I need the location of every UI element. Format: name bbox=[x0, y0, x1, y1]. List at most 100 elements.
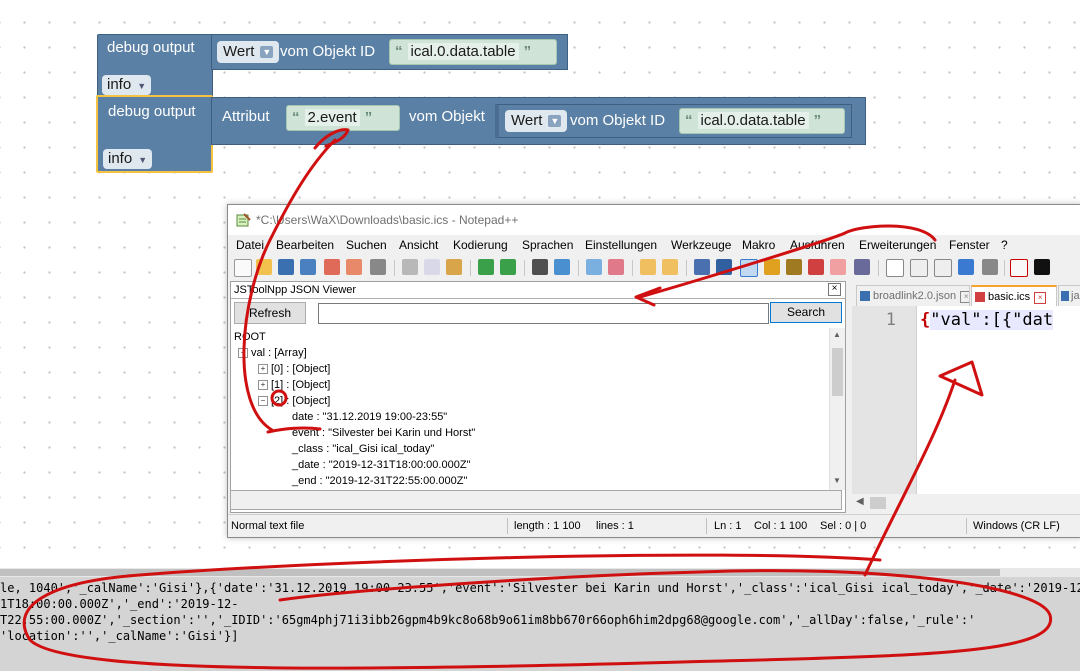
menu-datei[interactable]: Datei bbox=[236, 238, 264, 252]
tree-node[interactable]: − val : [Array] bbox=[238, 347, 307, 359]
spellcheck-icon[interactable] bbox=[1010, 259, 1028, 277]
menu-einstellungen[interactable]: Einstellungen bbox=[585, 238, 657, 252]
close-icon[interactable]: × bbox=[828, 283, 841, 296]
menu-sprachen[interactable]: Sprachen bbox=[522, 238, 573, 252]
attribut-text-block[interactable]: “2.event” bbox=[286, 105, 400, 131]
value-row-block-1[interactable]: Wert ▼ vom Objekt ID “ical.0.data.table” bbox=[211, 34, 568, 70]
scroll-left-icon[interactable]: ◀ bbox=[856, 496, 864, 507]
wert-dropdown[interactable]: Wert ▼ bbox=[217, 41, 280, 63]
wert-inner-block[interactable]: Wert ▼ vom Objekt ID “ical.0.data.table” bbox=[495, 104, 852, 138]
quote-open-icon: “ bbox=[292, 109, 300, 126]
level-dropdown[interactable]: info ▼ bbox=[103, 149, 153, 169]
scroll-thumb[interactable] bbox=[0, 569, 1000, 576]
new-file-icon[interactable] bbox=[234, 259, 252, 277]
monitor-icon[interactable] bbox=[854, 259, 870, 275]
toolbar-divider bbox=[1004, 260, 1005, 276]
tree-node[interactable]: event : "Silvester bei Karin und Horst" bbox=[292, 427, 475, 439]
record-macro-icon[interactable] bbox=[886, 259, 904, 277]
menu-help[interactable]: ? bbox=[1001, 238, 1008, 252]
tree-node[interactable]: _class : "ical_Gisi ical_today" bbox=[292, 443, 434, 455]
tree-node[interactable]: date : "31.12.2019 19:00-23:55" bbox=[292, 411, 447, 423]
editor-hscrollbar[interactable]: ◀ bbox=[852, 494, 1080, 512]
window-titlebar[interactable]: *C:\Users\WaX\Downloads\basic.ics - Note… bbox=[228, 205, 1080, 235]
run-macro-multiple-icon[interactable] bbox=[958, 259, 974, 275]
close-all-icon[interactable] bbox=[346, 259, 362, 275]
scroll-thumb[interactable] bbox=[870, 497, 886, 509]
menu-bearbeiten[interactable]: Bearbeiten bbox=[276, 238, 334, 252]
menu-makro[interactable]: Makro bbox=[742, 238, 775, 252]
word-wrap-icon[interactable] bbox=[694, 259, 710, 275]
menu-suchen[interactable]: Suchen bbox=[346, 238, 387, 252]
menu-werkzeuge[interactable]: Werkzeuge bbox=[671, 238, 731, 252]
folder-workspace-icon[interactable] bbox=[830, 259, 846, 275]
tree-node[interactable]: _end : "2019-12-31T22:55:00.000Z" bbox=[292, 475, 467, 487]
tab-ja[interactable]: ja bbox=[1058, 285, 1080, 307]
tree-node[interactable]: − [2] : [Object] bbox=[258, 395, 330, 407]
menu-kodierung[interactable]: Kodierung bbox=[453, 238, 508, 252]
close-icon[interactable]: × bbox=[1034, 292, 1047, 304]
lang-icon[interactable] bbox=[764, 259, 780, 275]
file-icon bbox=[860, 291, 870, 302]
replace-icon[interactable] bbox=[554, 259, 570, 275]
scroll-down-icon[interactable]: ▼ bbox=[833, 476, 841, 485]
save-macro-icon[interactable] bbox=[982, 259, 998, 275]
find-icon[interactable] bbox=[532, 259, 548, 275]
tree-node[interactable]: + [1] : [Object] bbox=[258, 379, 330, 391]
print-icon[interactable] bbox=[370, 259, 386, 275]
show-all-chars-icon[interactable] bbox=[716, 259, 732, 275]
object-id-value[interactable]: ical.0.data.table bbox=[697, 112, 809, 129]
copy-icon[interactable] bbox=[424, 259, 440, 275]
tree-node[interactable]: + [0] : [Object] bbox=[258, 363, 330, 375]
tab-basic-ics[interactable]: basic.ics × bbox=[971, 285, 1057, 308]
redo-icon[interactable] bbox=[500, 259, 516, 275]
log-scrollbar[interactable] bbox=[0, 568, 1080, 577]
open-file-icon[interactable] bbox=[256, 259, 272, 275]
collapse-icon[interactable]: − bbox=[258, 396, 268, 407]
search-button[interactable]: Search bbox=[770, 302, 842, 323]
expand-icon[interactable]: + bbox=[258, 364, 268, 375]
stop-macro-icon[interactable] bbox=[910, 259, 928, 277]
zoom-out-icon[interactable] bbox=[608, 259, 624, 275]
object-id-text-block[interactable]: “ical.0.data.table” bbox=[679, 108, 845, 134]
code-line[interactable]: {"val":[{"dat bbox=[920, 310, 1054, 330]
tree-scrollbar[interactable]: ▲ ▼ bbox=[829, 328, 845, 490]
close-icon[interactable]: × bbox=[960, 291, 969, 303]
expand-icon[interactable]: + bbox=[258, 380, 268, 391]
collapse-icon[interactable]: − bbox=[238, 348, 248, 359]
indent-guide-icon[interactable] bbox=[740, 259, 758, 277]
menu-fenster[interactable]: Fenster bbox=[949, 238, 990, 252]
debug-output-block-1[interactable]: debug output info ▼ bbox=[97, 34, 213, 98]
close-icon[interactable] bbox=[324, 259, 340, 275]
jstool-icon[interactable] bbox=[1034, 259, 1050, 275]
function-list-icon[interactable] bbox=[808, 259, 824, 275]
sync-vertical-icon[interactable] bbox=[640, 259, 656, 275]
refresh-button[interactable]: Refresh bbox=[234, 302, 306, 324]
undo-icon[interactable] bbox=[478, 259, 494, 275]
menu-ansicht[interactable]: Ansicht bbox=[399, 238, 438, 252]
attribut-value[interactable]: 2.event bbox=[304, 109, 360, 126]
debug-output-block-2[interactable]: debug output info ▼ bbox=[96, 95, 213, 173]
search-input[interactable] bbox=[318, 303, 769, 324]
doc-map-icon[interactable] bbox=[786, 259, 802, 275]
tree-node[interactable]: _date : "2019-12-31T18:00:00.000Z" bbox=[292, 459, 470, 471]
menu-erweiterungen[interactable]: Erweiterungen bbox=[859, 238, 936, 252]
zoom-in-icon[interactable] bbox=[586, 259, 602, 275]
tree-node[interactable]: ROOT bbox=[234, 331, 266, 343]
menu-ausfuehren[interactable]: Ausführen bbox=[790, 238, 845, 252]
scroll-thumb[interactable] bbox=[832, 348, 843, 396]
save-icon[interactable] bbox=[278, 259, 294, 275]
sync-horizontal-icon[interactable] bbox=[662, 259, 678, 275]
object-id-value[interactable]: ical.0.data.table bbox=[407, 43, 519, 60]
play-macro-icon[interactable] bbox=[934, 259, 952, 277]
paste-icon[interactable] bbox=[446, 259, 462, 275]
level-dropdown[interactable]: info ▼ bbox=[102, 75, 152, 95]
object-id-text-block[interactable]: “ical.0.data.table” bbox=[389, 39, 557, 65]
code-editor[interactable]: 1 {"val":[{"dat bbox=[852, 306, 1080, 494]
wert-dropdown[interactable]: Wert ▼ bbox=[505, 110, 568, 132]
json-viewer-footer-field[interactable] bbox=[230, 490, 842, 510]
save-all-icon[interactable] bbox=[300, 259, 316, 275]
cut-icon[interactable] bbox=[402, 259, 418, 275]
tab-broadlink[interactable]: broadlink2.0.json × bbox=[856, 285, 970, 307]
attribute-row-block-2[interactable]: Attribut “2.event” vom Objekt Wert ▼ vom … bbox=[211, 97, 866, 145]
scroll-up-icon[interactable]: ▲ bbox=[833, 330, 841, 339]
